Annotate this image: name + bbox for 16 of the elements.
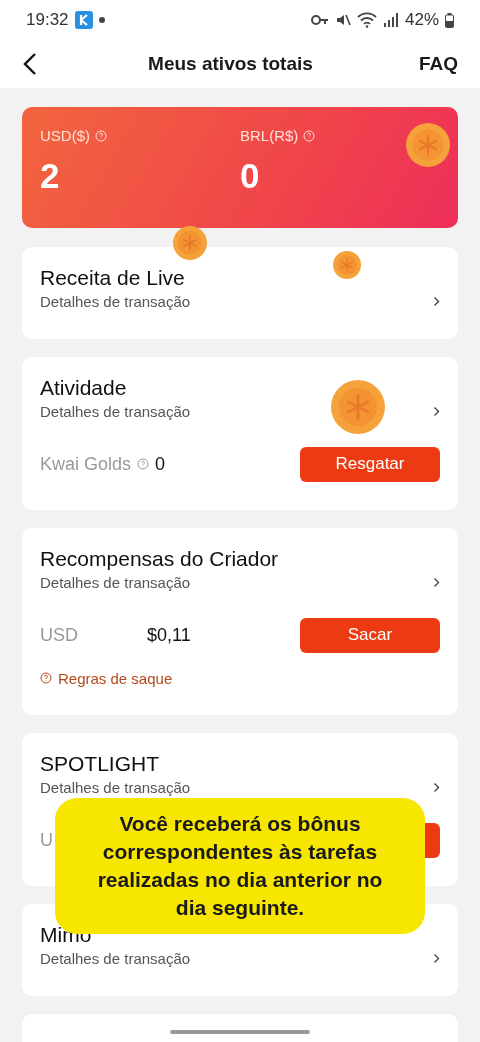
currency-label: U <box>40 829 54 851</box>
balance-amount: $0,11 <box>147 624 192 646</box>
currency-label: Kwai Golds <box>40 453 132 475</box>
card-title: SPOTLIGHT <box>40 751 161 777</box>
clock-time: 19:32 <box>26 10 69 30</box>
balance-value: 2 <box>40 156 61 196</box>
balance-value: 0 <box>240 156 261 196</box>
page-title: Meus ativos totais <box>148 53 313 75</box>
battery-percent: 42% <box>404 10 439 30</box>
card-title: Atividade <box>40 375 128 401</box>
card-title: Recompensas do Criador <box>40 546 280 572</box>
balance-amount: 0 <box>155 453 167 475</box>
balance-label: BRL(R$) <box>240 127 299 144</box>
currency-label: USD <box>40 624 79 646</box>
card-title: Receita de Live <box>40 265 186 291</box>
balance-label: USD($) <box>40 127 90 144</box>
